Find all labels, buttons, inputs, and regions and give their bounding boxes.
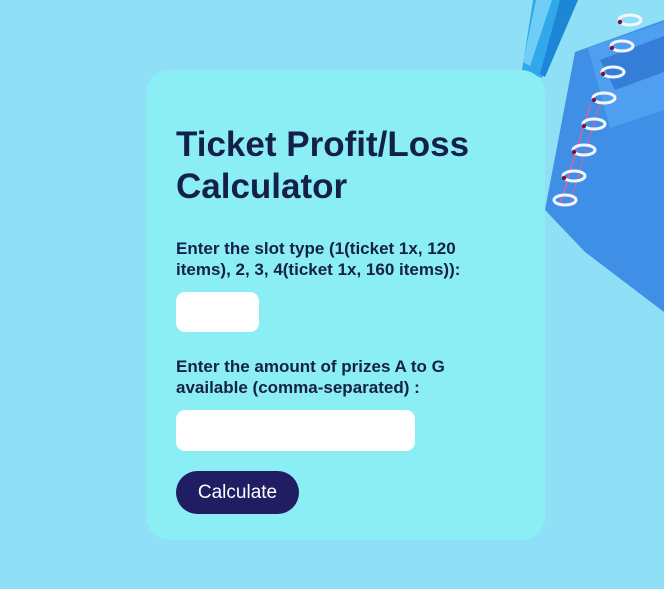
calculate-button[interactable]: Calculate [176,471,299,514]
page-title: Ticket Profit/Loss Calculator [176,125,470,206]
prizes-label: Enter the amount of prizes A to G availa… [176,357,445,397]
slot-type-label: Enter the slot type (1(ticket 1x, 120 it… [176,239,461,279]
slot-type-input[interactable] [176,292,259,332]
prizes-input[interactable] [176,410,415,451]
calculator-card: Ticket Profit/Loss Calculator Enter the … [146,70,545,540]
